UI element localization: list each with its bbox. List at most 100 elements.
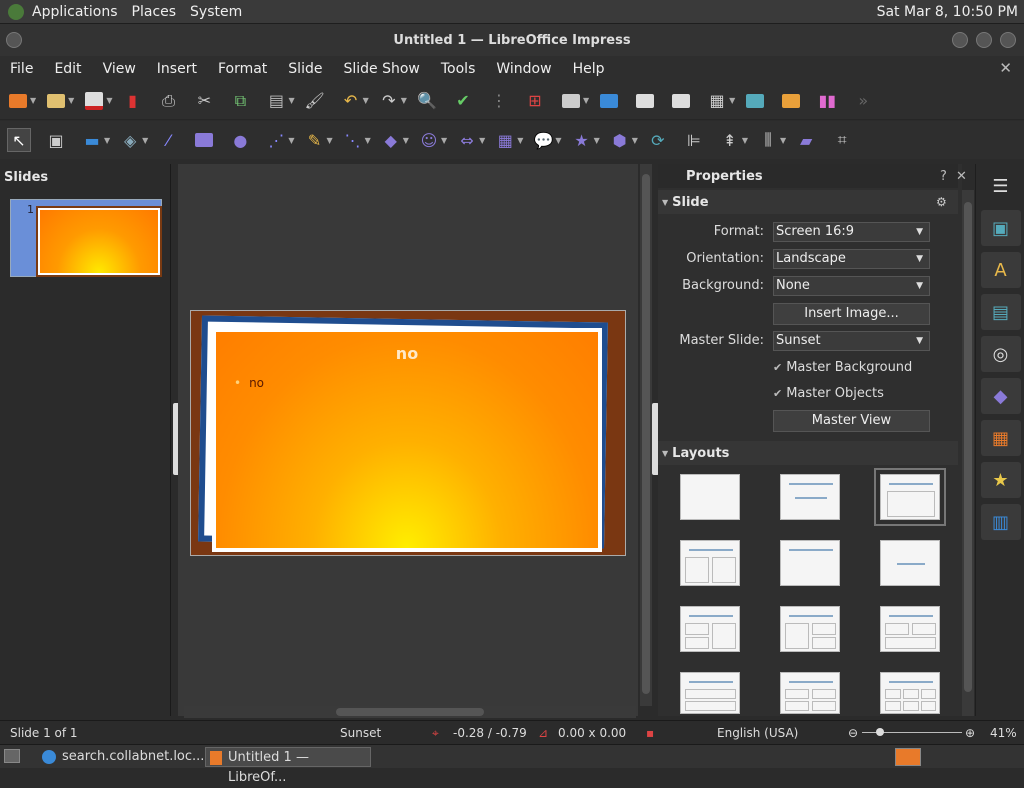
properties-scrollbar-thumb[interactable] <box>964 202 972 692</box>
line-color-icon[interactable]: ▬ <box>81 129 103 151</box>
chevron-down-icon[interactable]: ▼ <box>403 136 409 145</box>
curves-icon[interactable]: ✎ <box>303 129 325 151</box>
taskbar-item-browser[interactable]: search.collabnet.loc... <box>40 747 204 767</box>
chevron-down-icon[interactable]: ▼ <box>106 96 112 105</box>
layouts-section-header[interactable]: ▼ Layouts <box>658 441 958 465</box>
helplines-icon[interactable]: ⊞ <box>524 90 546 112</box>
save-status-icon[interactable]: ▪ <box>646 726 654 740</box>
zoom-pan-icon[interactable]: ▣ <box>45 129 67 151</box>
open-icon[interactable] <box>45 90 67 112</box>
menu-insert[interactable]: Insert <box>157 61 197 77</box>
layout-centered-text[interactable] <box>880 540 940 586</box>
layout-title-content-over-content[interactable] <box>680 672 740 714</box>
master-objects-checkbox[interactable]: ✔ Master Objects <box>773 386 884 401</box>
chevron-down-icon[interactable]: ▼ <box>288 96 294 105</box>
media-icon[interactable] <box>780 90 802 112</box>
layout-title-2-content-content[interactable] <box>680 606 740 652</box>
clock[interactable]: Sat Mar 8, 10:50 PM <box>877 4 1018 20</box>
menu-format[interactable]: Format <box>218 61 267 77</box>
layout-title-2-content[interactable] <box>680 540 740 586</box>
canvas-hscroll-thumb[interactable] <box>336 708 484 716</box>
table-icon[interactable]: ▦ <box>706 90 728 112</box>
zoom-out-icon[interactable]: ⊖ <box>848 726 858 740</box>
export-pdf-icon[interactable]: ▮ <box>121 90 143 112</box>
applications-menu[interactable]: Applications <box>32 4 118 20</box>
arrange-icon[interactable]: ⇞ <box>719 129 741 151</box>
chart-icon[interactable]: ▮▮ <box>816 90 838 112</box>
maximize-button[interactable] <box>976 32 992 48</box>
sidebar-menu-icon[interactable]: ☰ <box>981 168 1021 204</box>
find-replace-icon[interactable]: 🔍 <box>416 90 438 112</box>
fill-color-icon[interactable]: ◈ <box>119 129 141 151</box>
gnome-foot-icon[interactable] <box>8 3 24 20</box>
chevron-down-icon[interactable]: ▼ <box>441 136 447 145</box>
line-icon[interactable]: ⁄ <box>157 129 179 151</box>
master-view-button[interactable]: Master View <box>773 410 930 432</box>
rectangle-icon[interactable] <box>193 129 215 151</box>
menu-window[interactable]: Window <box>496 61 551 77</box>
start-current-slide-icon[interactable] <box>670 90 692 112</box>
system-menu[interactable]: System <box>190 4 242 20</box>
chevron-down-icon[interactable]: ▼ <box>555 136 561 145</box>
start-first-slide-icon[interactable] <box>634 90 656 112</box>
symbol-shapes-icon[interactable]: ☺ <box>418 129 440 151</box>
layout-title-slide[interactable] <box>780 474 840 520</box>
chevron-down-icon[interactable]: ▼ <box>517 136 523 145</box>
help-icon[interactable]: ? <box>940 169 947 184</box>
lines-arrows-icon[interactable]: ⋰ <box>265 129 287 151</box>
3d-objects-icon[interactable]: ⬢ <box>609 129 631 151</box>
basic-shapes-icon[interactable]: ◆ <box>380 129 402 151</box>
slide-bullet-item[interactable]: • no <box>234 376 264 390</box>
animation-deck-icon[interactable]: ★ <box>980 462 1021 498</box>
chevron-down-icon[interactable]: ▼ <box>326 136 332 145</box>
copy-icon[interactable]: ⧉ <box>229 90 251 112</box>
menu-help[interactable]: Help <box>573 61 605 77</box>
chevron-down-icon[interactable]: ▼ <box>288 136 294 145</box>
insert-image-button[interactable]: Insert Image... <box>773 303 930 325</box>
orientation-dropdown[interactable]: Landscape ▼ <box>773 249 930 269</box>
master-slide-icon[interactable] <box>598 90 620 112</box>
menu-slide-show[interactable]: Slide Show <box>343 61 419 77</box>
redo-icon[interactable]: ↷ <box>378 90 400 112</box>
canvas-vertical-scrollbar[interactable] <box>640 164 652 706</box>
minimize-button[interactable] <box>952 32 968 48</box>
chevron-down-icon[interactable]: ▼ <box>780 136 786 145</box>
zoom-slider-knob[interactable] <box>876 728 884 736</box>
layout-title-6-content[interactable] <box>880 672 940 714</box>
slide-transition-deck-icon[interactable]: ▦ <box>980 420 1021 456</box>
new-icon[interactable] <box>7 90 29 112</box>
window-menu-button[interactable] <box>6 32 22 48</box>
layout-title-content-2-content[interactable] <box>780 606 840 652</box>
callouts-icon[interactable]: 💬 <box>532 129 554 151</box>
flowchart-icon[interactable]: ▦ <box>494 129 516 151</box>
distribute-icon[interactable]: ⫼ <box>757 129 779 151</box>
chevron-down-icon[interactable]: ▼ <box>583 96 589 105</box>
layout-title-4-content[interactable] <box>780 672 840 714</box>
taskbar-item-impress[interactable]: Untitled 1 — LibreOf... <box>205 747 371 785</box>
print-icon[interactable]: ⎙ <box>157 90 179 112</box>
cut-icon[interactable]: ✂ <box>193 90 215 112</box>
shapes-deck-icon[interactable]: ◆ <box>980 378 1021 414</box>
navigator-deck-icon[interactable]: ◎ <box>980 336 1021 372</box>
zoom-level[interactable]: 41% <box>990 726 1017 740</box>
close-document-icon[interactable]: ✕ <box>999 59 1012 77</box>
menu-slide[interactable]: Slide <box>288 61 322 77</box>
close-sidebar-icon[interactable]: ✕ <box>956 169 967 184</box>
chevron-down-icon[interactable]: ▼ <box>363 96 369 105</box>
image-icon[interactable] <box>744 90 766 112</box>
slide-canvas[interactable]: no • no <box>178 164 659 716</box>
format-dropdown[interactable]: Screen 16:9 ▼ <box>773 222 930 242</box>
paste-icon[interactable]: ▤ <box>265 90 287 112</box>
chevron-down-icon[interactable]: ▼ <box>594 136 600 145</box>
slide-title-text[interactable]: no <box>216 344 598 363</box>
save-icon[interactable] <box>83 90 105 112</box>
background-dropdown[interactable]: None ▼ <box>773 276 930 296</box>
chevron-down-icon[interactable]: ▼ <box>401 96 407 105</box>
connectors-icon[interactable]: ⋱ <box>342 129 364 151</box>
properties-scrollbar[interactable] <box>962 190 974 716</box>
slide[interactable]: no • no <box>212 328 602 552</box>
gear-icon[interactable]: ⚙ <box>936 195 947 209</box>
shadow-icon[interactable]: ▰ <box>795 129 817 151</box>
spelling-icon[interactable]: ✔ <box>452 90 474 112</box>
close-window-button[interactable] <box>1000 32 1016 48</box>
